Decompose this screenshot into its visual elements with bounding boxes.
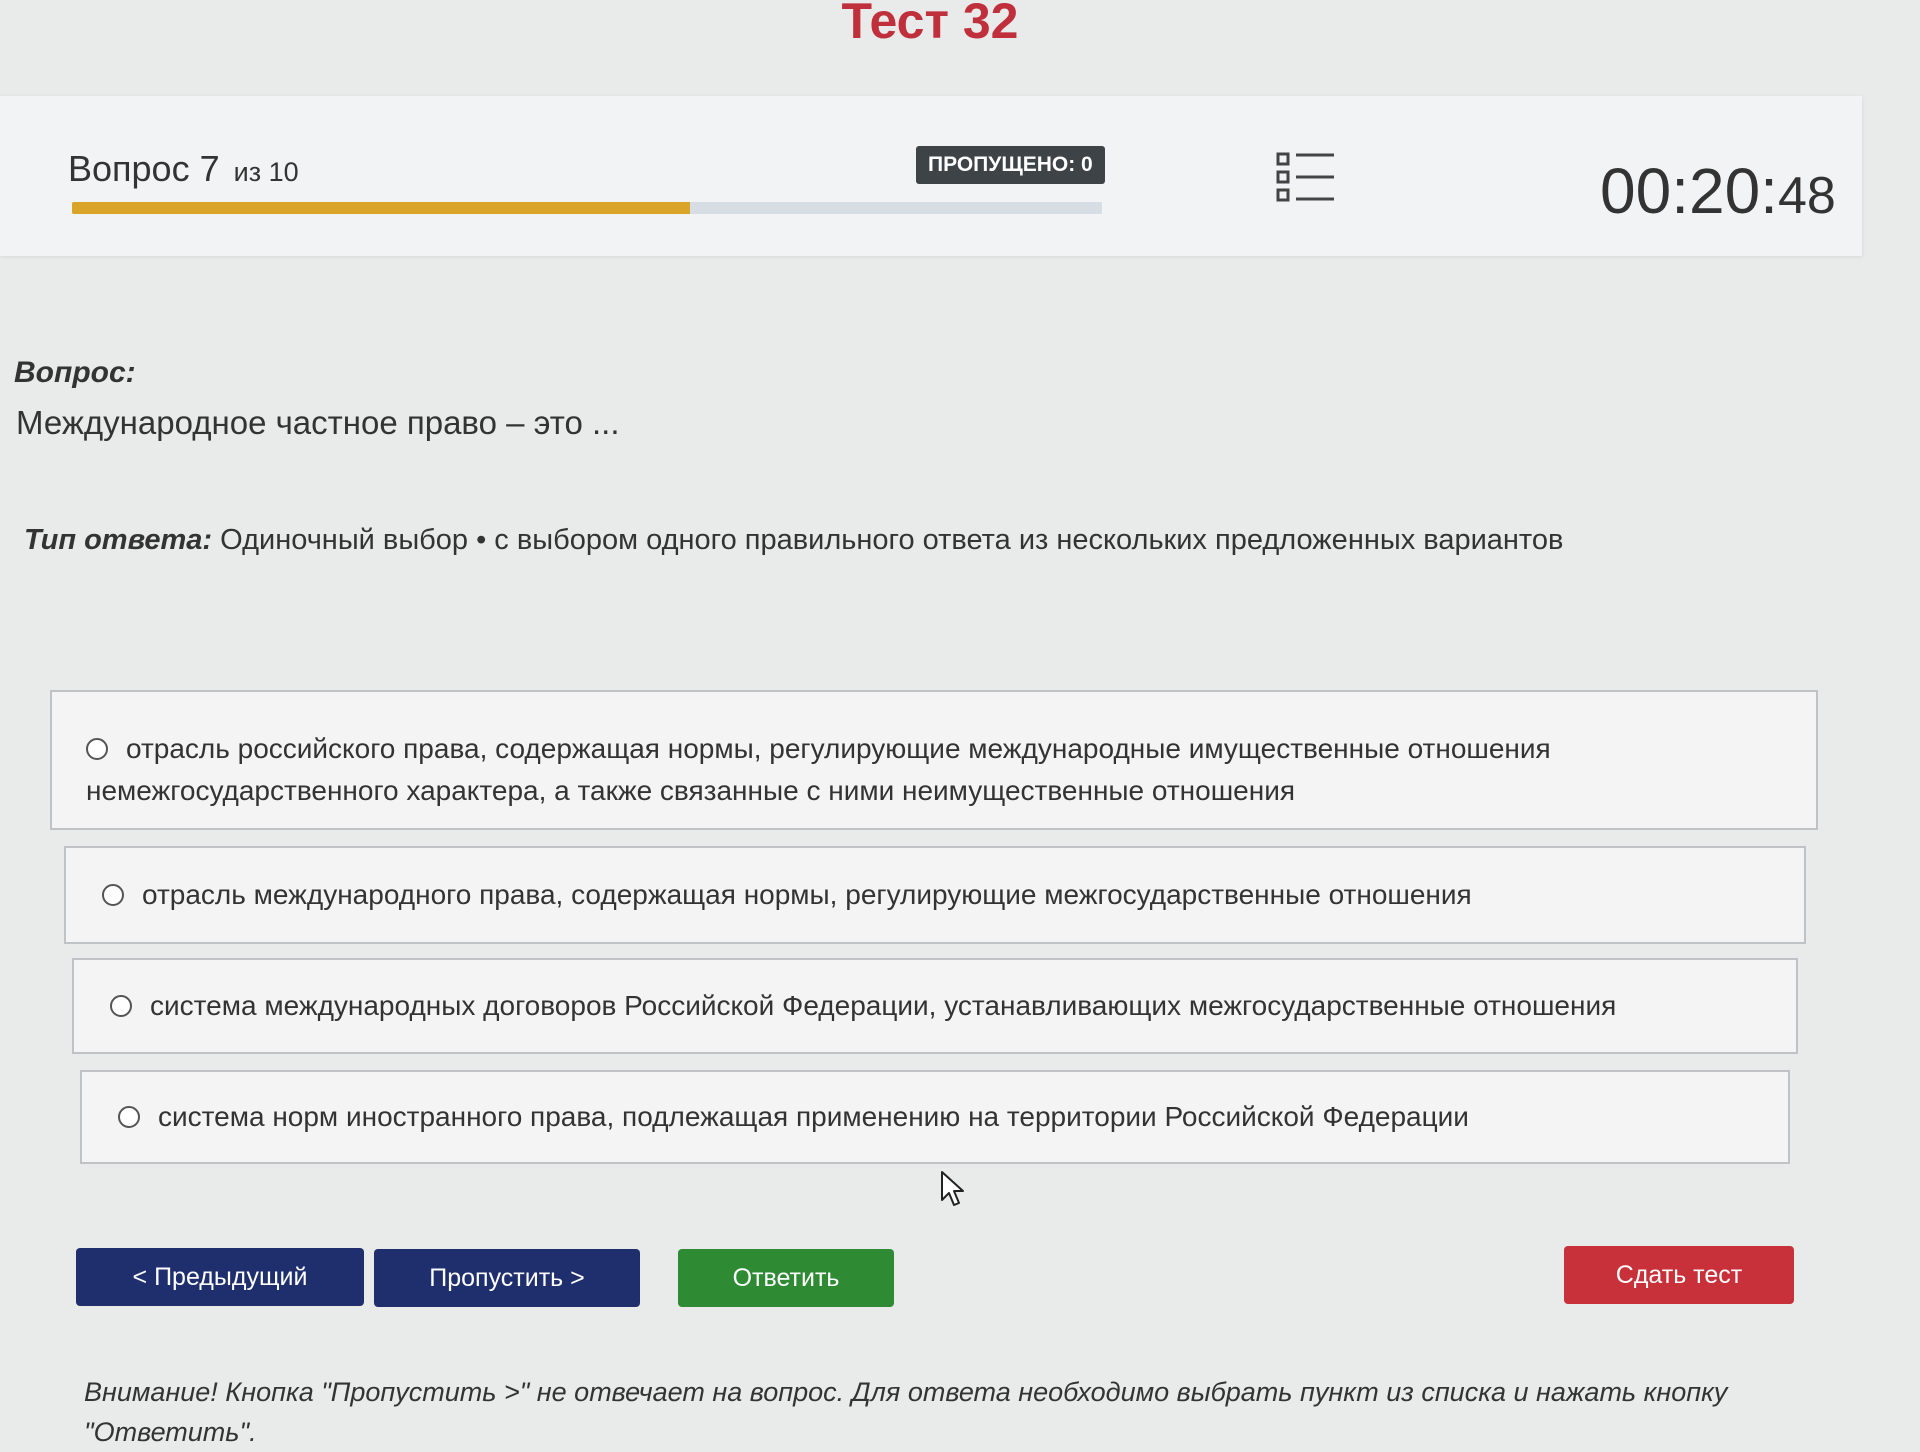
- question-counter-current: Вопрос 7: [68, 148, 220, 189]
- radio-button-icon[interactable]: [118, 1105, 140, 1128]
- page-title: Тест 32: [841, 0, 1019, 49]
- previous-button[interactable]: < Предыдущий: [76, 1248, 364, 1306]
- skip-notice: Внимание! Кнопка "Пропустить >" не отвеч…: [84, 1377, 1728, 1447]
- timer-main: 00:20:: [1600, 155, 1778, 227]
- question-counter-total: из 10: [233, 157, 299, 187]
- answer-type-label: Тип ответа:: [24, 524, 213, 556]
- answer-option-1[interactable]: отрасль российского права, содержащая но…: [50, 690, 1818, 830]
- radio-button-icon[interactable]: [86, 737, 108, 760]
- answer-option-4[interactable]: система норм иностранного права, подлежа…: [80, 1070, 1790, 1164]
- question-list-icon[interactable]: [1276, 150, 1336, 206]
- progress-bar: [72, 202, 1102, 214]
- answer-option-text: отрасль российского права, содержащая но…: [86, 733, 1551, 806]
- timer: 00:20:48: [1600, 154, 1836, 228]
- radio-button-icon[interactable]: [102, 883, 124, 906]
- timer-seconds: 48: [1777, 167, 1836, 225]
- question-counter: Вопрос 7 из 10: [68, 148, 299, 190]
- skipped-count-badge: ПРОПУЩЕНО: 0: [916, 146, 1105, 184]
- question-label: Вопрос:: [14, 356, 136, 389]
- answer-option-2[interactable]: отрасль международного права, содержащая…: [64, 846, 1806, 944]
- question-text: Международное частное право – это ...: [16, 404, 620, 441]
- progress-bar-fill: [72, 202, 690, 214]
- submit-test-button[interactable]: Сдать тест: [1564, 1246, 1794, 1304]
- test-header-panel: Вопрос 7 из 10 ПРОПУЩЕНО: 0 00:20:48: [0, 96, 1862, 256]
- answer-option-3[interactable]: система международных договоров Российск…: [72, 958, 1798, 1054]
- answer-type-value: Одиночный выбор • с выбором одного прави…: [220, 524, 1564, 556]
- answer-option-text: система международных договоров Российск…: [150, 990, 1617, 1021]
- answer-type: Тип ответа: Одиночный выбор • с выбором …: [24, 524, 1563, 557]
- skip-button[interactable]: Пропустить >: [374, 1249, 640, 1307]
- answer-option-text: система норм иностранного права, подлежа…: [158, 1101, 1469, 1132]
- answer-button[interactable]: Ответить: [678, 1249, 894, 1307]
- answer-option-text: отрасль международного права, содержащая…: [142, 879, 1472, 910]
- radio-button-icon[interactable]: [110, 994, 132, 1017]
- mouse-cursor-icon: [940, 1170, 966, 1208]
